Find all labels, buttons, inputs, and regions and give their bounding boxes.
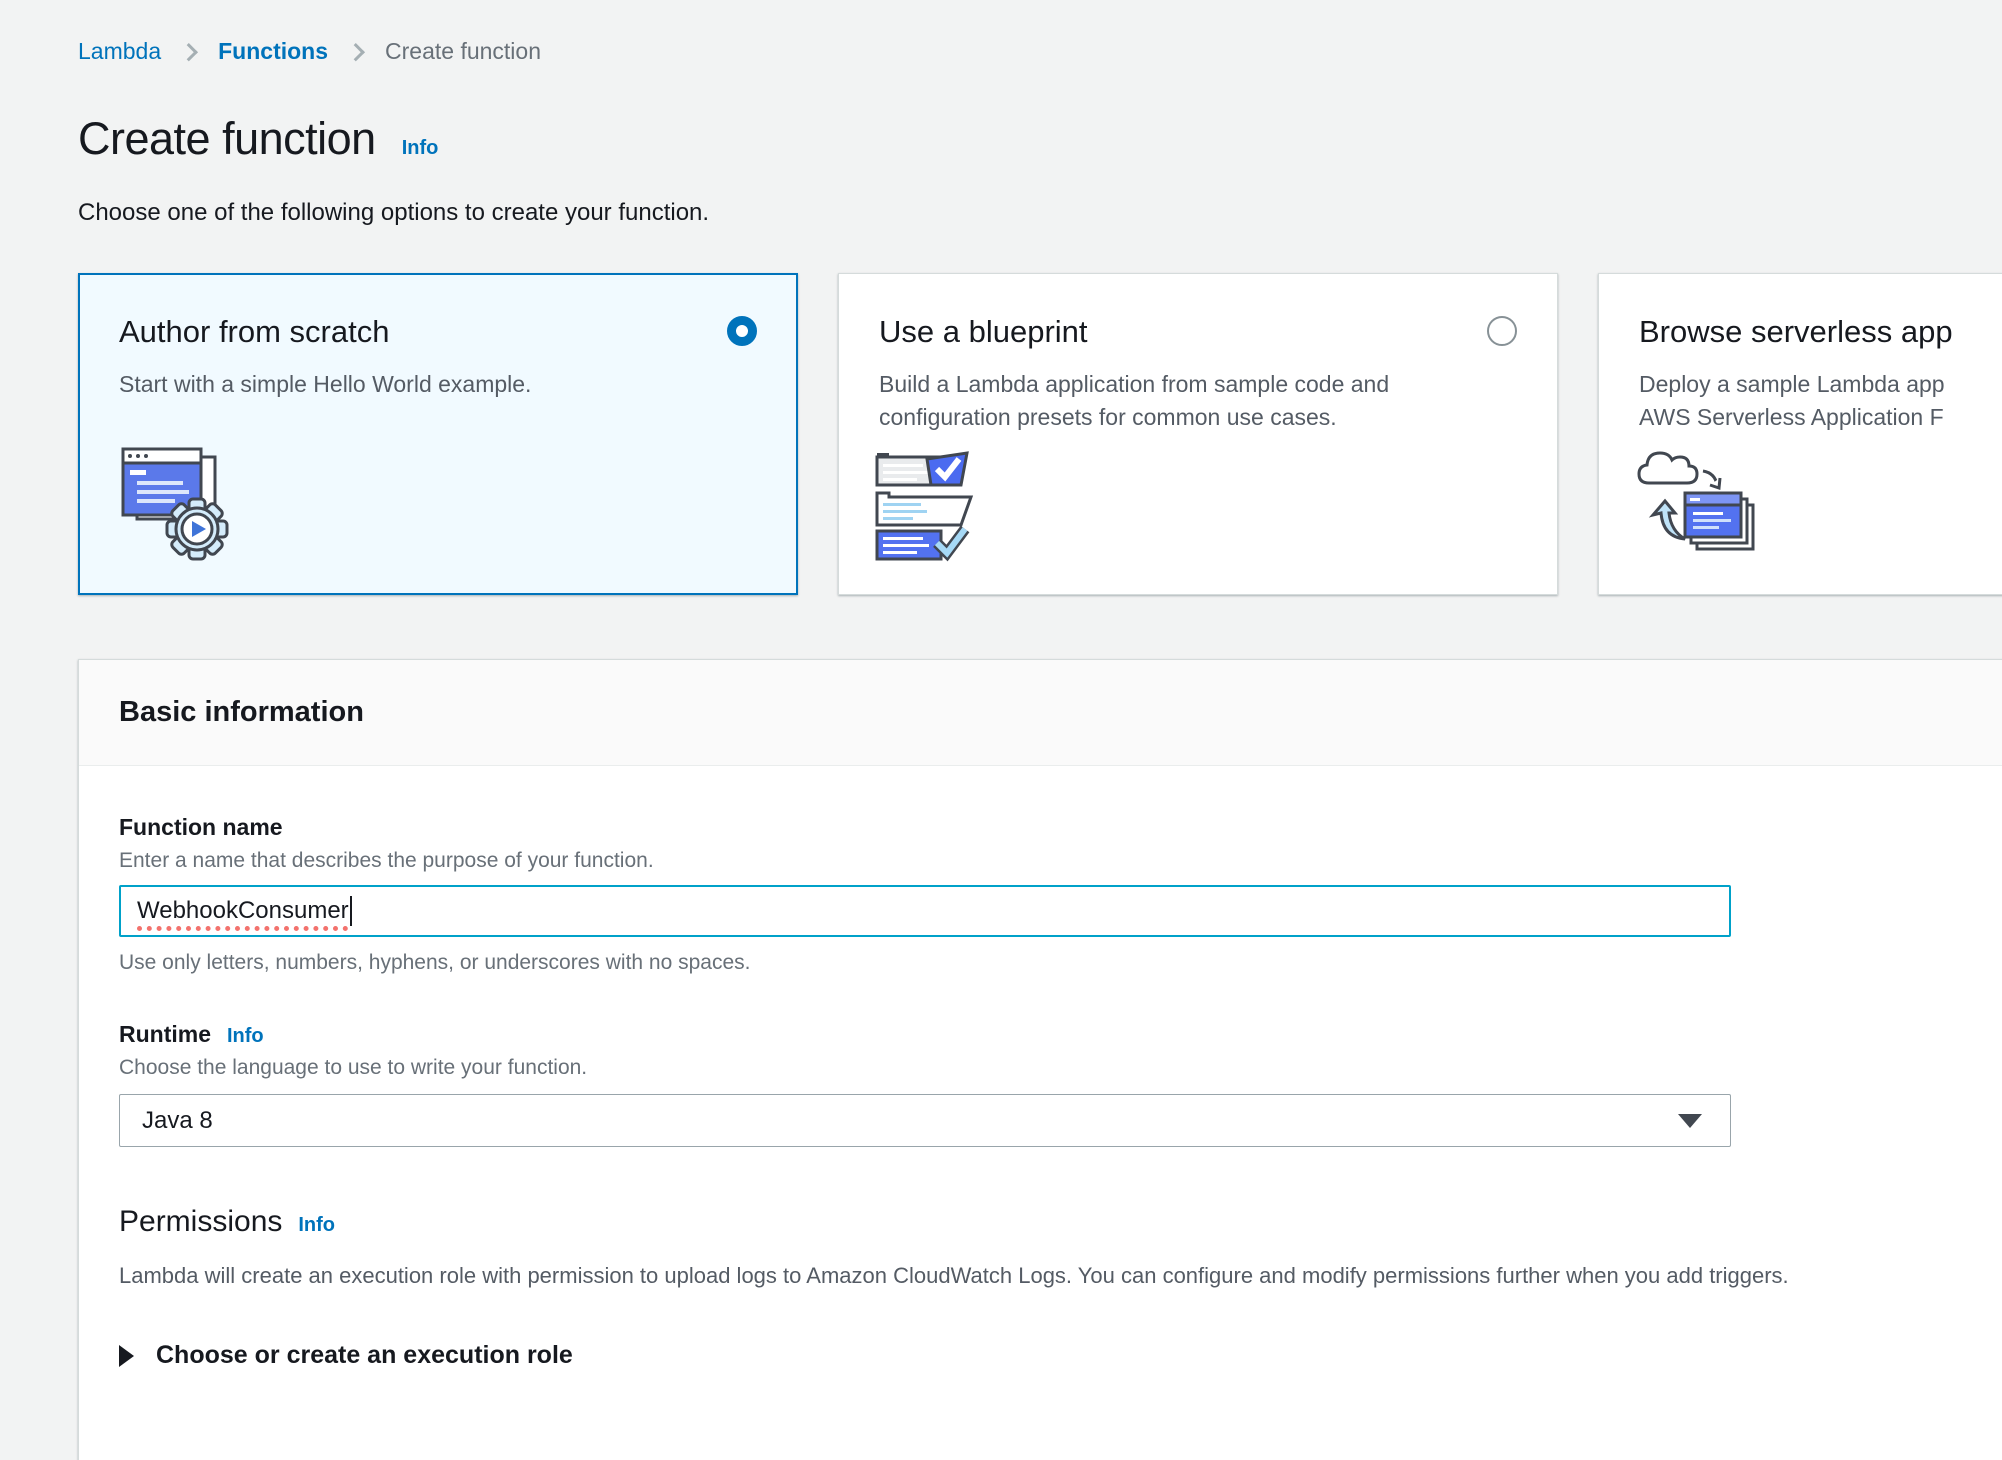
card-use-a-blueprint[interactable]: Use a blueprint Build a Lambda applicati… — [838, 273, 1558, 595]
runtime-info-link[interactable]: Info — [227, 1025, 264, 1048]
basic-information-title: Basic information — [119, 696, 2002, 729]
card-description: Deploy a sample Lambda app AWS Serverles… — [1639, 368, 2002, 433]
breadcrumb-functions-link[interactable]: Functions — [218, 38, 328, 65]
chevron-down-icon — [1678, 1114, 1702, 1128]
card-description-line2: AWS Serverless Application F — [1639, 401, 2002, 434]
card-description-line1: Deploy a sample Lambda app — [1639, 368, 2002, 401]
runtime-label-row: Runtime Info — [119, 1021, 2002, 1048]
card-head: Use a blueprint — [879, 314, 1517, 350]
permissions-description: Lambda will create an execution role wit… — [119, 1263, 2002, 1289]
runtime-select[interactable]: Java 8 — [119, 1094, 1731, 1147]
runtime-selected-option: Java 8 — [142, 1107, 213, 1135]
card-author-from-scratch[interactable]: Author from scratch Start with a simple … — [78, 273, 798, 595]
use-a-blueprint-icon — [875, 445, 985, 570]
runtime-help: Choose the language to use to write your… — [119, 1056, 2002, 1080]
card-title: Use a blueprint — [879, 314, 1088, 350]
author-from-scratch-icon — [115, 443, 243, 570]
chevron-right-icon — [347, 43, 365, 61]
function-name-value: WebhookConsumer — [137, 897, 349, 925]
card-head: Author from scratch — [119, 314, 757, 350]
creation-option-cards: Author from scratch Start with a simple … — [78, 273, 2002, 595]
radio-use-a-blueprint[interactable] — [1487, 316, 1517, 346]
title-info-link[interactable]: Info — [402, 137, 439, 160]
function-name-help: Enter a name that describes the purpose … — [119, 849, 2002, 873]
card-browse-serverless-app[interactable]: Browse serverless app Deploy a sample La… — [1598, 273, 2002, 595]
card-description: Start with a simple Hello World example. — [119, 368, 757, 401]
function-name-field: Function name Enter a name that describe… — [119, 814, 2002, 975]
execution-role-expander-label: Choose or create an execution role — [156, 1341, 573, 1370]
permissions-section: Permissions Info Lambda will create an e… — [119, 1205, 2002, 1370]
text-cursor — [350, 896, 352, 926]
breadcrumb: Lambda Functions Create function — [78, 38, 2002, 65]
radio-author-from-scratch[interactable] — [727, 316, 757, 346]
basic-information-panel: Basic information Function name Enter a … — [78, 659, 2002, 1460]
permissions-title: Permissions — [119, 1205, 282, 1239]
function-name-label: Function name — [119, 814, 2002, 841]
card-title: Browse serverless app — [1639, 314, 1953, 350]
basic-information-header: Basic information — [79, 660, 2002, 766]
function-name-constraint: Use only letters, numbers, hyphens, or u… — [119, 951, 2002, 975]
page-title: Create function — [78, 113, 376, 165]
chevron-right-icon — [180, 43, 198, 61]
function-name-input[interactable]: WebhookConsumer — [119, 885, 1731, 937]
permissions-title-row: Permissions Info — [119, 1205, 2002, 1239]
permissions-info-link[interactable]: Info — [298, 1214, 335, 1237]
create-function-page: Lambda Functions Create function Create … — [0, 0, 2002, 1460]
breadcrumb-lambda-link[interactable]: Lambda — [78, 38, 161, 65]
basic-information-body: Function name Enter a name that describe… — [79, 766, 2002, 1460]
page-title-row: Create function Info — [78, 113, 2002, 165]
breadcrumb-current: Create function — [385, 38, 541, 65]
execution-role-expander[interactable]: Choose or create an execution role — [119, 1341, 2002, 1370]
triangle-right-icon — [119, 1345, 134, 1367]
browse-serverless-app-icon — [1635, 443, 1765, 570]
runtime-label: Runtime — [119, 1021, 211, 1048]
card-description: Build a Lambda application from sample c… — [879, 368, 1517, 433]
page-subtitle: Choose one of the following options to c… — [78, 199, 2002, 227]
card-title: Author from scratch — [119, 314, 389, 350]
card-head: Browse serverless app — [1639, 314, 2002, 350]
runtime-field: Runtime Info Choose the language to use … — [119, 1021, 2002, 1147]
